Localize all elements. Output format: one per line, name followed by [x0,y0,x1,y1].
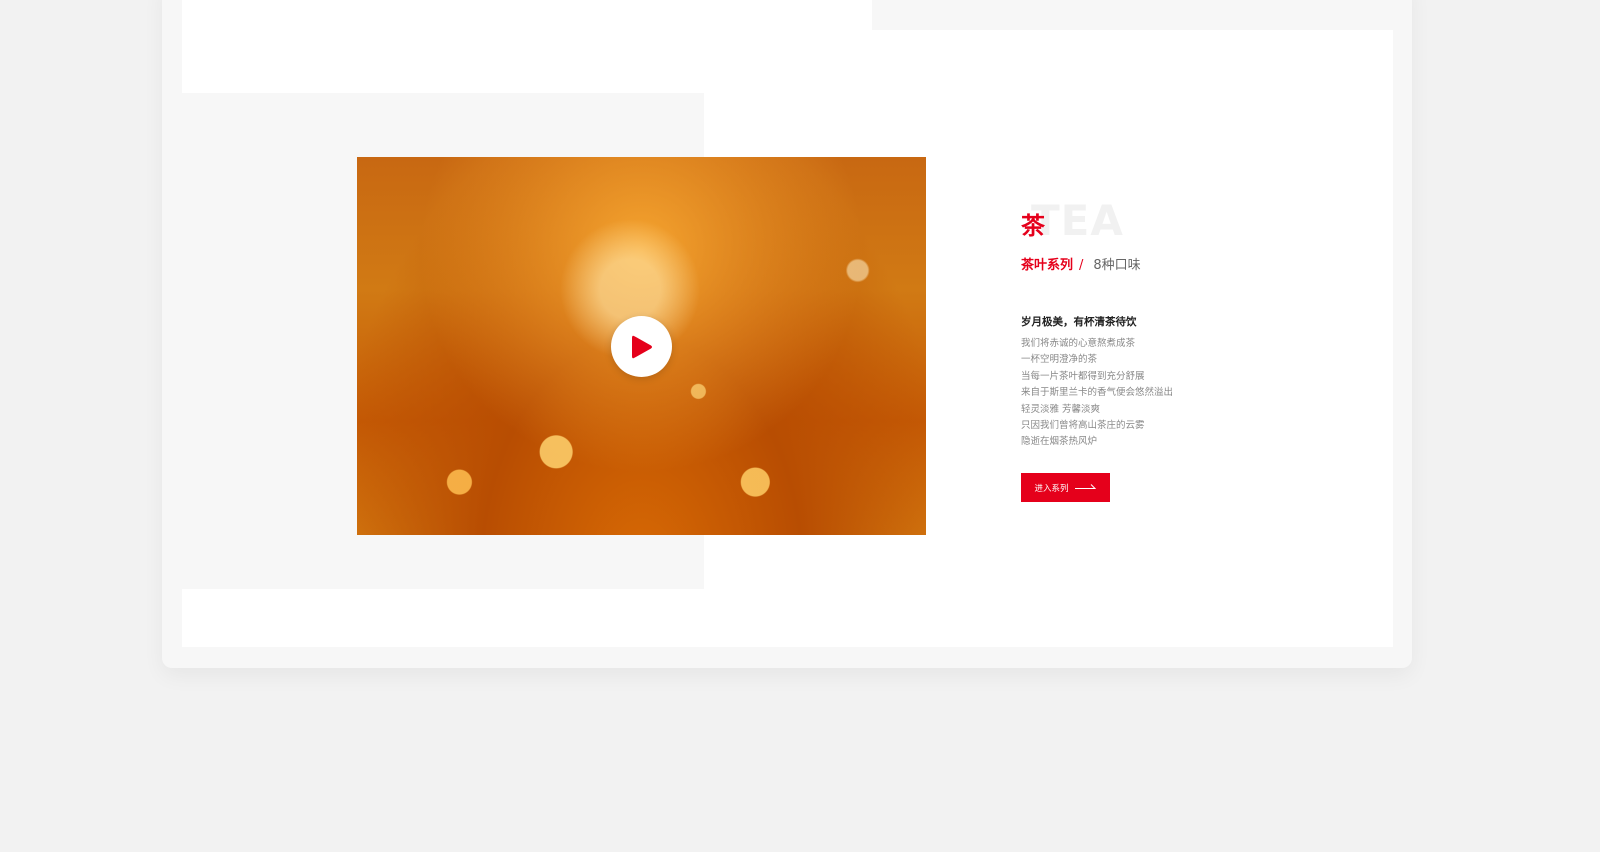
flavor-count: 8种口味 [1093,258,1141,273]
top-panel [182,0,872,30]
arrow-right-icon [1074,482,1097,493]
page-title: 茶 [1021,212,1045,240]
description: 我们将赤诚的心意熬煮成茶 一杯空明澄净的茶 当每一片茶叶都得到充分舒展 来自于斯… [1021,336,1173,451]
description-line: 当每一片茶叶都得到充分舒展 [1021,370,1145,382]
series-meta: 茶叶系列 / 8种口味 [1021,254,1141,273]
enter-series-button[interactable]: 进入系列 [1021,473,1110,502]
description-line: 隐逝在烟茶热风炉 [1021,436,1098,448]
series-name: 茶叶系列 [1021,258,1074,273]
play-button[interactable] [611,316,672,377]
description-line: 只因我们曾将高山茶庄的云雾 [1021,419,1145,431]
enter-series-label: 进入系列 [1034,483,1069,494]
tagline: 岁月极美，有杯清茶待饮 [1021,316,1137,328]
separator: / [1079,258,1084,273]
description-line: 来自于斯里兰卡的香气便会悠然溢出 [1021,387,1174,399]
description-line: 轻灵淡雅 芳馨淡爽 [1021,403,1101,415]
description-line: 一杯空明澄净的茶 [1021,354,1098,366]
description-line: 我们将赤诚的心意熬煮成茶 [1021,338,1136,349]
section-title: TEA 茶 [1021,196,1221,245]
play-icon [632,335,652,359]
